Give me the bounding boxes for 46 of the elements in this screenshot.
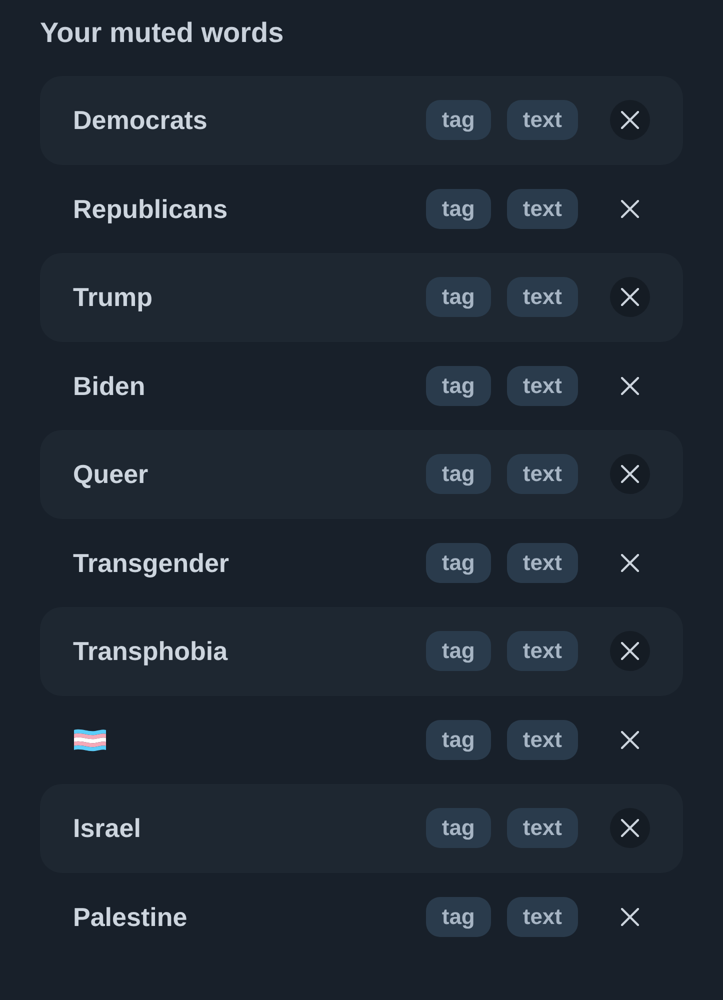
- close-icon: [621, 819, 639, 838]
- close-icon: [621, 730, 639, 749]
- target-chip: tag: [426, 100, 491, 140]
- remove-button[interactable]: [610, 808, 650, 848]
- target-chip: tag: [426, 277, 491, 318]
- target-chip: tag: [426, 720, 491, 760]
- target-chip: text: [506, 366, 578, 406]
- target-chip: tag: [426, 366, 491, 406]
- target-chip: text: [506, 542, 578, 583]
- muted-word: Palestine: [73, 900, 188, 933]
- close-icon: [621, 111, 639, 130]
- remove-button[interactable]: [610, 277, 650, 318]
- muted-word: Israel: [73, 812, 141, 844]
- target-chip: text: [506, 277, 578, 318]
- muted-word: Transphobia: [73, 635, 228, 668]
- muted-word: Democrats: [73, 104, 208, 136]
- close-icon: [621, 376, 639, 395]
- close-icon: [621, 908, 639, 926]
- close-icon: [621, 642, 639, 660]
- remove-button[interactable]: [610, 454, 650, 494]
- remove-button[interactable]: [610, 631, 650, 672]
- target-chip: tag: [426, 631, 491, 672]
- section-title: Your muted words: [40, 16, 285, 50]
- muted-word: Biden: [73, 370, 146, 402]
- muted-word: Queer: [73, 458, 148, 490]
- close-icon: [621, 554, 639, 572]
- close-icon: [621, 465, 639, 484]
- target-chip: text: [506, 454, 578, 494]
- target-chip: text: [506, 896, 578, 937]
- remove-button[interactable]: [610, 100, 650, 140]
- target-chip: tag: [426, 542, 491, 583]
- target-chip: tag: [426, 896, 491, 937]
- flag-icon: [73, 728, 107, 752]
- target-chip: text: [506, 100, 578, 140]
- target-chip: tag: [426, 808, 491, 848]
- target-chip: text: [506, 720, 578, 760]
- muted-word: Transgender: [73, 546, 230, 579]
- target-chip: text: [506, 188, 578, 229]
- target-chip: text: [506, 631, 578, 672]
- close-icon: [621, 200, 639, 218]
- target-chip: tag: [426, 454, 491, 494]
- target-chip: tag: [426, 188, 491, 229]
- muted-word: Trump: [73, 281, 152, 314]
- target-chip: text: [506, 808, 578, 848]
- muted-word: Republicans: [73, 192, 228, 225]
- close-icon: [621, 288, 639, 306]
